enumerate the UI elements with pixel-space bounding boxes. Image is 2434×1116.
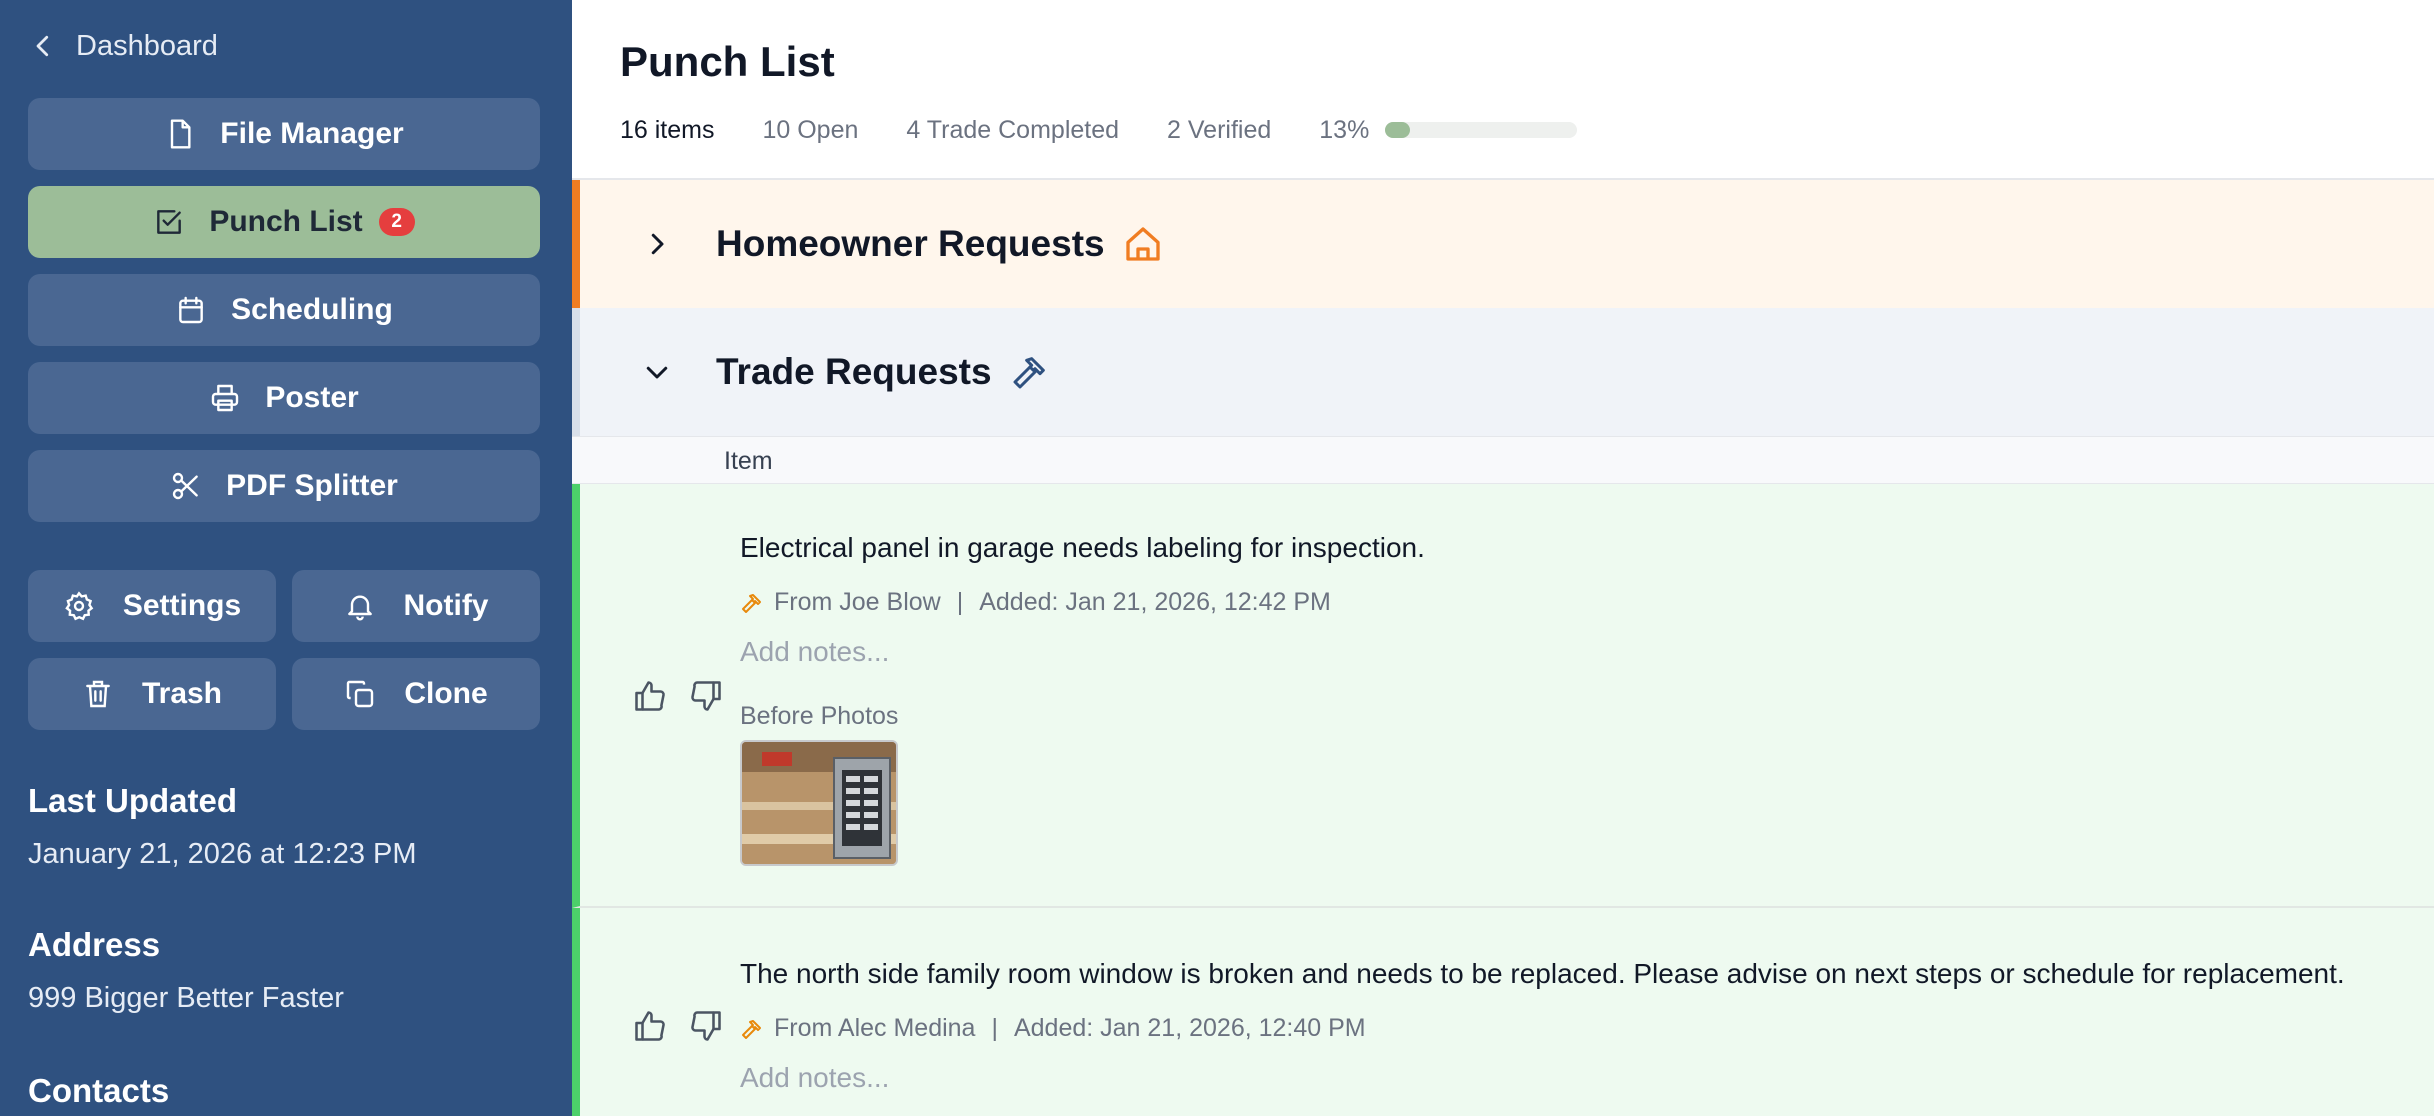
- notify-button[interactable]: Notify: [292, 570, 540, 642]
- file-icon: [171, 119, 191, 149]
- meta-separator: |: [991, 1014, 998, 1042]
- sidebar: Dashboard File Manager Punch List 2 Sche…: [0, 0, 572, 1116]
- clone-label: Clone: [404, 677, 488, 710]
- verified-count: 2 Verified: [1167, 115, 1272, 144]
- section-trade-requests[interactable]: Trade Requests: [572, 308, 2434, 436]
- punch-item: Electrical panel in garage needs labelin…: [572, 484, 2434, 908]
- meta-separator: |: [956, 588, 964, 616]
- trash-label: Trash: [141, 677, 223, 710]
- homeowner-requests-label: Homeowner Requests: [716, 223, 1105, 264]
- last-updated-heading: Last Updated: [28, 782, 238, 819]
- punch-list-count-badge: 2: [378, 208, 415, 236]
- nav-pdf-splitter-button[interactable]: PDF Splitter: [28, 450, 540, 522]
- nav-punch-list-label: Punch List: [209, 205, 363, 238]
- table-column-header: Item: [572, 436, 2434, 484]
- before-photos-label: Before Photos: [740, 702, 899, 730]
- item-added-date: Added: Jan 21, 2026, 12:42 PM: [979, 588, 1331, 616]
- page-title: Punch List: [620, 38, 835, 85]
- nav-pdf-splitter-label: PDF Splitter: [226, 469, 398, 502]
- copy-icon: [347, 680, 374, 708]
- calendar-icon: [179, 296, 204, 324]
- nav-file-manager-button[interactable]: File Manager: [28, 98, 540, 170]
- nav-file-manager-label: File Manager: [220, 117, 404, 150]
- nav-punch-list-button[interactable]: Punch List 2: [28, 186, 540, 258]
- back-label: Dashboard: [76, 29, 218, 62]
- trash-icon: [86, 680, 110, 708]
- gear-icon: [65, 591, 94, 621]
- progress-percent: 13%: [1319, 115, 1370, 144]
- item-from: From Joe Blow: [774, 588, 941, 616]
- last-updated-value: January 21, 2026 at 12:23 PM: [28, 838, 417, 870]
- progress-bar-fill: [1385, 122, 1411, 138]
- notify-label: Notify: [403, 589, 489, 622]
- nav-poster-button[interactable]: Poster: [28, 362, 540, 434]
- hammer-icon: [742, 593, 761, 613]
- open-count: 10 Open: [762, 115, 859, 144]
- punch-list-stats: 16 items 10 Open 4 Trade Completed 2 Ver…: [620, 114, 1578, 146]
- punch-item: The north side family room window is bro…: [572, 908, 2434, 1116]
- item-added-date: Added: Jan 21, 2026, 12:40 PM: [1013, 1014, 1366, 1042]
- item-description: The north side family room window is bro…: [740, 958, 2345, 989]
- item-from: From Alec Medina: [774, 1014, 976, 1042]
- add-notes-field[interactable]: Add notes...: [740, 636, 889, 668]
- chevron-left-icon: [36, 35, 49, 57]
- thumbs-down-icon[interactable]: [688, 678, 724, 714]
- add-notes-field[interactable]: Add notes...: [740, 1062, 889, 1094]
- hammer-icon: [1013, 357, 1045, 389]
- item-meta: From Alec Medina | Added: Jan 21, 2026, …: [740, 1014, 1366, 1043]
- trade-completed-count: 4 Trade Completed: [906, 115, 1120, 144]
- clone-button[interactable]: Clone: [292, 658, 540, 730]
- thumbs-up-icon[interactable]: [632, 1008, 668, 1044]
- settings-button[interactable]: Settings: [28, 570, 276, 642]
- trade-requests-title: Trade Requests: [716, 351, 1050, 393]
- chevron-right-icon[interactable]: [642, 229, 672, 259]
- main-content: Punch List 16 items 10 Open 4 Trade Comp…: [572, 0, 2434, 1116]
- total-items-count: 16 items: [620, 115, 715, 144]
- section-homeowner-requests[interactable]: Homeowner Requests: [572, 180, 2434, 308]
- address-heading: Address: [28, 926, 161, 963]
- progress-bar: [1385, 122, 1578, 138]
- column-header-item: Item: [724, 447, 773, 475]
- before-photo-thumbnail[interactable]: [740, 740, 898, 866]
- nav-scheduling-label: Scheduling: [231, 293, 393, 326]
- printer-icon: [212, 384, 239, 412]
- scissors-icon: [172, 472, 199, 500]
- checkbox-icon: [157, 210, 182, 234]
- item-description: Electrical panel in garage needs labelin…: [740, 532, 1425, 563]
- settings-label: Settings: [122, 589, 242, 622]
- thumbs-down-icon[interactable]: [688, 1008, 724, 1044]
- nav-scheduling-button[interactable]: Scheduling: [28, 274, 540, 346]
- nav-poster-label: Poster: [265, 381, 359, 414]
- trash-button[interactable]: Trash: [28, 658, 276, 730]
- item-meta: From Joe Blow | Added: Jan 21, 2026, 12:…: [740, 588, 1331, 617]
- house-icon: [1125, 227, 1160, 261]
- back-to-dashboard-link[interactable]: Dashboard: [28, 26, 218, 66]
- trade-requests-label: Trade Requests: [716, 351, 992, 392]
- address-value: 999 Bigger Better Faster: [28, 982, 344, 1014]
- electrical-panel-photo: [742, 742, 896, 864]
- bell-icon: [347, 595, 372, 621]
- contacts-heading: Contacts: [28, 1072, 170, 1109]
- chevron-down-icon[interactable]: [642, 357, 672, 387]
- hammer-icon: [742, 1019, 761, 1039]
- thumbs-up-icon[interactable]: [632, 678, 668, 714]
- homeowner-requests-title: Homeowner Requests: [716, 223, 1163, 265]
